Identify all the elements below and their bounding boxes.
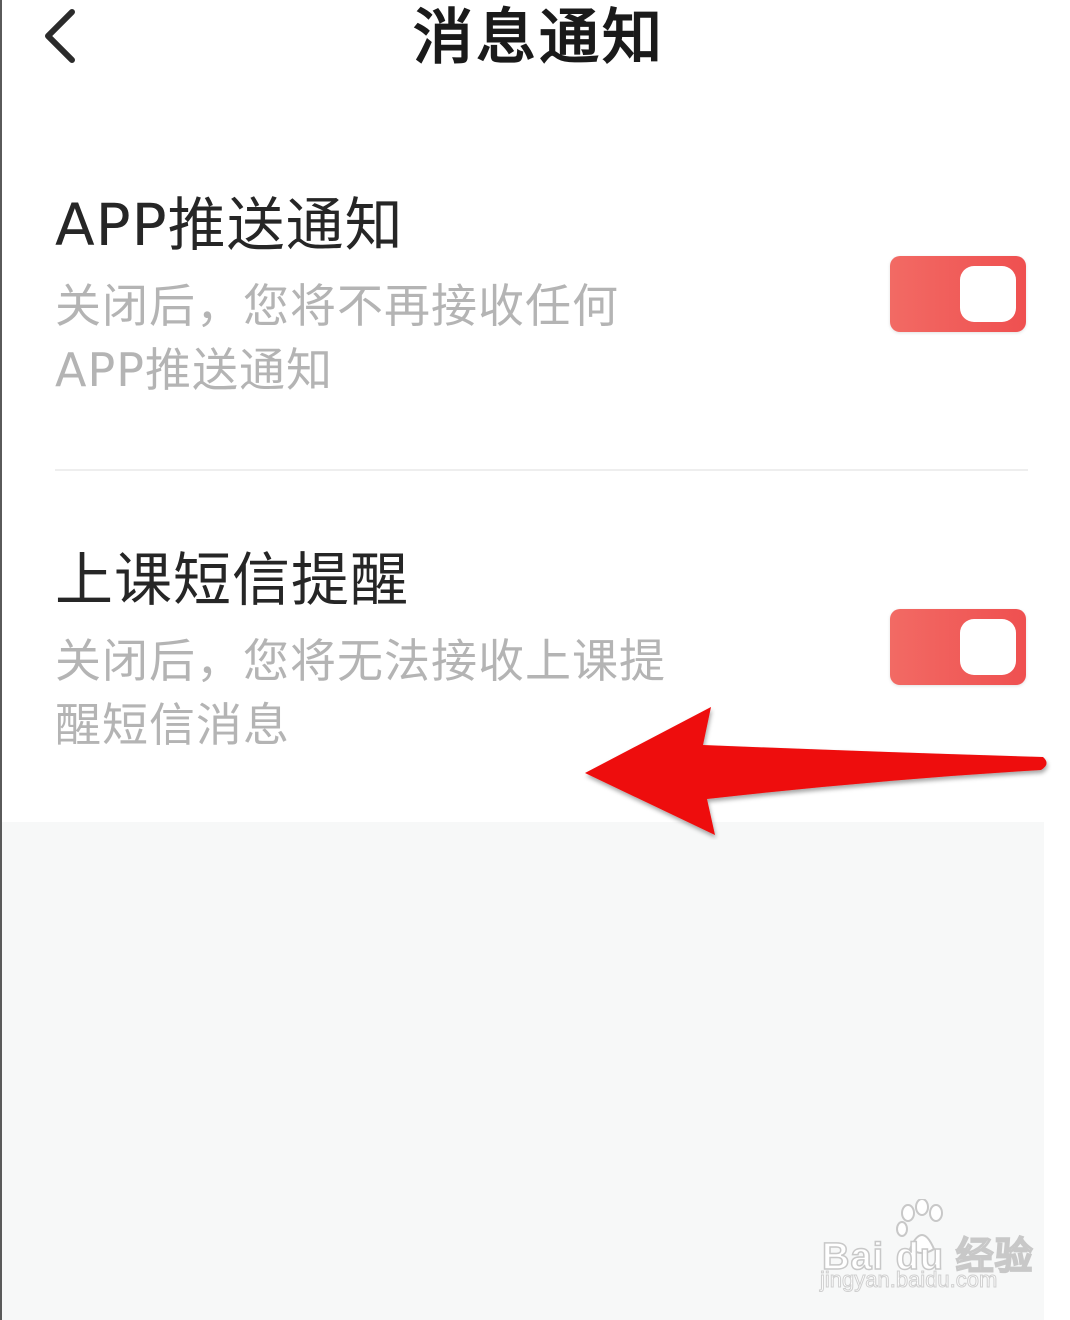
setting-title-class-sms: 上课短信提醒 — [55, 546, 410, 614]
baidu-jingyan-watermark: Bai du 经验 jingyan.baidu.com — [818, 1195, 1033, 1305]
red-arrow-left-icon — [585, 707, 1047, 835]
setting-item-app-push: APP推送通知 关闭后，您将不再接收任何 APP推送通知 — [55, 190, 1030, 410]
description-line: 关闭后，您将无法接收上课提 — [55, 634, 666, 688]
page-title: 消息通知 — [413, 3, 665, 73]
navigation-bar: 消息通知 — [0, 0, 1070, 80]
setting-title-app-push: APP推送通知 — [55, 191, 404, 259]
divider — [55, 469, 1028, 471]
description-line: 关闭后，您将不再接收任何 — [55, 279, 619, 333]
description-line: APP推送通知 — [55, 343, 333, 397]
toggle-knob — [960, 266, 1016, 322]
setting-description-app-push: 关闭后，您将不再接收任何 APP推送通知 — [55, 274, 619, 402]
toggle-knob — [960, 619, 1016, 675]
toggle-class-sms[interactable] — [890, 609, 1026, 685]
watermark-url: jingyan.baidu.com — [819, 1267, 998, 1293]
toggle-app-push[interactable] — [890, 256, 1026, 332]
